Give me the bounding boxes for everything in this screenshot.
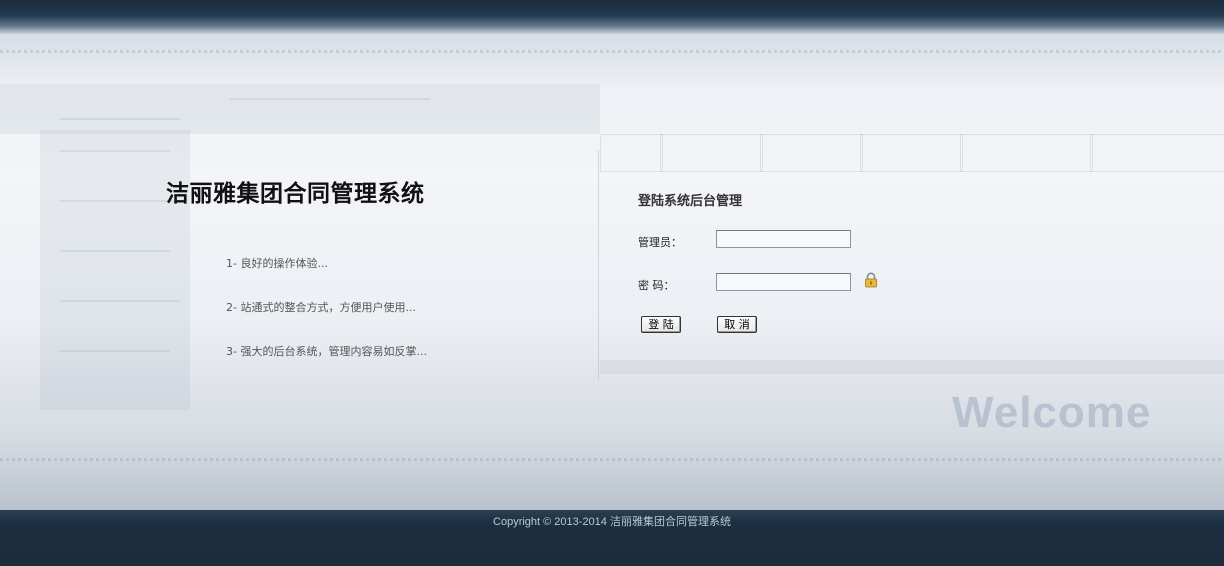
decorative-line (60, 350, 170, 352)
lock-icon (865, 272, 877, 288)
cancel-button[interactable]: 取 消 (717, 316, 757, 333)
decorative-block (600, 360, 1224, 374)
login-button[interactable]: 登 陆 (641, 316, 681, 333)
decorative-line (60, 118, 180, 120)
decorative-stripe (0, 50, 1224, 53)
decorative-grid (1090, 134, 1093, 172)
login-page: Welcome 洁丽雅集团合同管理系统 1- 良好的操作体验... 2- 站通式… (0, 0, 1224, 566)
decorative-grid (660, 134, 663, 172)
admin-label: 管理员： (638, 236, 682, 249)
top-header-band (0, 0, 1224, 34)
password-input[interactable] (716, 273, 851, 291)
decorative-line (60, 300, 180, 302)
decorative-grid (860, 134, 863, 172)
decorative-line (60, 200, 180, 202)
login-title: 登陆系统后台管理 (638, 194, 743, 209)
admin-username-input[interactable] (716, 230, 851, 248)
decorative-line (230, 98, 430, 100)
feature-item: 2- 站通式的整合方式，方便用户使用... (226, 301, 416, 314)
copyright-text: Copyright © 2013-2014 洁丽雅集团合同管理系统 (493, 516, 731, 528)
feature-item: 1- 良好的操作体验... (226, 257, 328, 270)
decorative-line (60, 150, 170, 152)
system-title: 洁丽雅集团合同管理系统 (166, 180, 425, 207)
welcome-watermark: Welcome (952, 388, 1152, 437)
decorative-grid (960, 134, 963, 172)
feature-item: 3- 强大的后台系统，管理内容易如反掌... (226, 345, 427, 358)
decorative-grid (600, 134, 1224, 172)
decorative-stripe (0, 458, 1224, 461)
decorative-grid (760, 134, 763, 172)
decorative-line (60, 250, 170, 252)
panel-divider (598, 150, 599, 380)
decorative-block (0, 84, 600, 134)
password-label: 密 码： (638, 279, 675, 292)
decorative-block (40, 130, 190, 410)
